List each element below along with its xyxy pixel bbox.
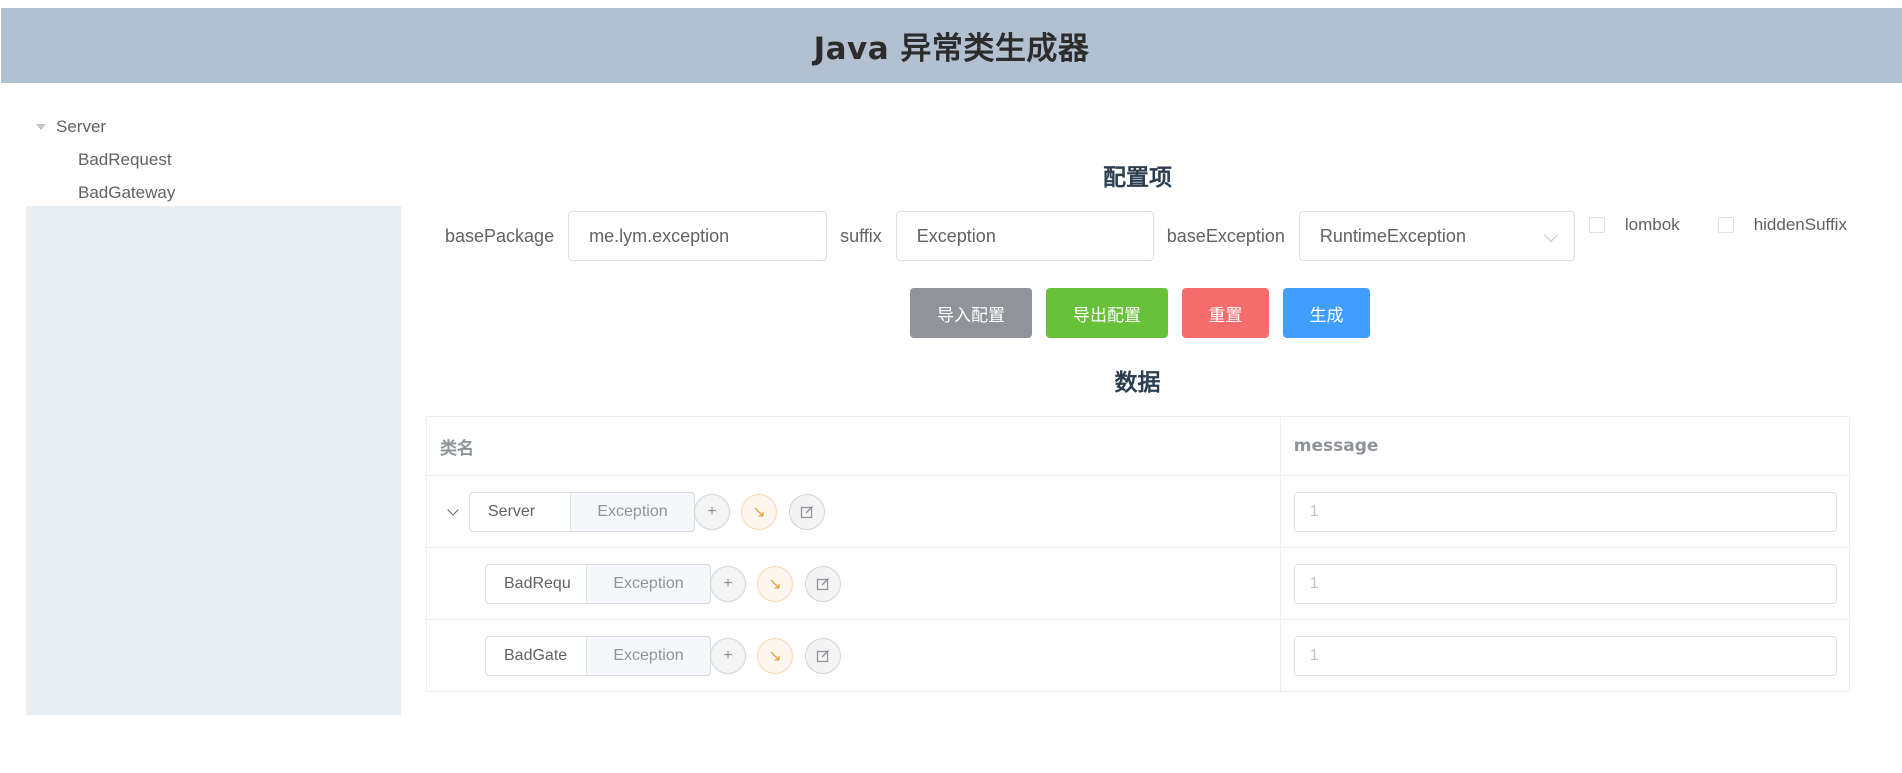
checkbox-box[interactable] — [1588, 217, 1605, 233]
export-config-button[interactable]: 导出配置 — [1046, 288, 1168, 338]
add-child-button[interactable]: + — [710, 566, 746, 602]
edit-icon — [816, 578, 829, 591]
import-config-button[interactable]: 导入配置 — [910, 288, 1032, 338]
table-row: BadGate Exception + ↘ 1 — [427, 620, 1849, 691]
chevron-down-icon[interactable] — [447, 504, 459, 516]
data-title: 数据 — [1114, 370, 1161, 396]
suffix-label: suffix — [840, 225, 882, 246]
edit-icon — [816, 650, 829, 663]
config-form: basePackage me.lym.exception suffix Exce… — [426, 211, 1847, 261]
chevron-down-icon — [1543, 227, 1558, 243]
plus-icon: + — [707, 503, 717, 520]
message-input[interactable]: 1 — [1293, 492, 1837, 532]
classname-input[interactable]: BadGate — [485, 636, 587, 676]
tree-node-label: BadGateway — [78, 182, 176, 202]
baseexception-label: baseException — [1166, 225, 1285, 246]
move-button[interactable]: ↘ — [741, 494, 777, 530]
column-header-message: message — [1293, 436, 1379, 456]
tree-node-label: BadRequest — [78, 149, 172, 169]
plus-icon: + — [723, 647, 733, 664]
basepackage-input[interactable]: me.lym.exception — [568, 211, 828, 261]
baseexception-select[interactable]: RuntimeException — [1298, 211, 1575, 261]
lombok-label: lombok — [1624, 215, 1680, 234]
config-title: 配置项 — [1103, 165, 1172, 191]
hiddensuffix-checkbox[interactable]: hiddenSuffix — [1717, 215, 1847, 235]
arrow-down-right-icon: ↘ — [768, 648, 782, 665]
classname-input-group: BadRequ Exception — [485, 564, 711, 604]
message-cell: 1 — [1281, 476, 1849, 547]
sidebar-tree: Server BadRequest BadGateway — [26, 110, 401, 209]
edit-button[interactable] — [805, 566, 841, 602]
tree-node-badrequest[interactable]: BadRequest — [26, 143, 401, 176]
classname-cell: BadRequ Exception + ↘ — [427, 548, 1281, 619]
plus-icon: + — [723, 575, 733, 592]
classname-input-group: BadGate Exception — [485, 636, 711, 676]
tree-node-server[interactable]: Server — [26, 110, 401, 143]
checkbox-box[interactable] — [1717, 217, 1734, 233]
baseexception-value: RuntimeException — [1319, 225, 1466, 246]
add-child-button[interactable]: + — [710, 638, 746, 674]
move-button[interactable]: ↘ — [757, 638, 793, 674]
generate-button[interactable]: 生成 — [1283, 288, 1370, 338]
lombok-checkbox[interactable]: lombok — [1588, 215, 1680, 235]
reset-button[interactable]: 重置 — [1182, 288, 1269, 338]
tree-node-badgateway[interactable]: BadGateway — [26, 176, 401, 209]
edit-button[interactable] — [805, 638, 841, 674]
arrow-down-right-icon: ↘ — [752, 504, 766, 521]
tree-node-label: Server — [56, 116, 107, 136]
arrow-down-right-icon: ↘ — [768, 576, 782, 593]
action-buttons: 导入配置 导出配置 重置 生成 — [910, 288, 1384, 338]
classname-cell: BadGate Exception + ↘ — [427, 620, 1281, 691]
classname-input[interactable]: BadRequ — [485, 564, 587, 604]
classname-suffix: Exception — [587, 564, 711, 604]
message-cell: 1 — [1281, 548, 1849, 619]
table-row: BadRequ Exception + ↘ 1 — [427, 548, 1849, 620]
message-input[interactable]: 1 — [1293, 636, 1837, 676]
page-title: Java 异常类生成器 — [813, 31, 1090, 67]
classname-cell: Server Exception + ↘ — [427, 476, 1281, 547]
caret-down-icon[interactable] — [36, 122, 46, 132]
message-input[interactable]: 1 — [1293, 564, 1837, 604]
edit-icon — [800, 506, 813, 519]
table-row: Server Exception + ↘ 1 — [427, 476, 1849, 548]
classname-suffix: Exception — [587, 636, 711, 676]
edit-button[interactable] — [789, 494, 825, 530]
add-child-button[interactable]: + — [694, 494, 730, 530]
sidebar-panel — [26, 206, 401, 715]
hiddensuffix-label: hiddenSuffix — [1753, 215, 1847, 234]
column-header-classname: 类名 — [427, 417, 1281, 475]
data-table: 类名 message Server Exception + ↘ 1 BadReq… — [426, 416, 1850, 692]
suffix-input[interactable]: Exception — [895, 211, 1154, 261]
basepackage-label: basePackage — [445, 225, 555, 246]
classname-suffix: Exception — [571, 492, 695, 532]
classname-input-group: Server Exception — [469, 492, 695, 532]
move-button[interactable]: ↘ — [757, 566, 793, 602]
table-header-row: 类名 message — [427, 417, 1849, 476]
message-cell: 1 — [1281, 620, 1849, 691]
classname-input[interactable]: Server — [469, 492, 571, 532]
app-header: Java 异常类生成器 — [1, 8, 1902, 83]
